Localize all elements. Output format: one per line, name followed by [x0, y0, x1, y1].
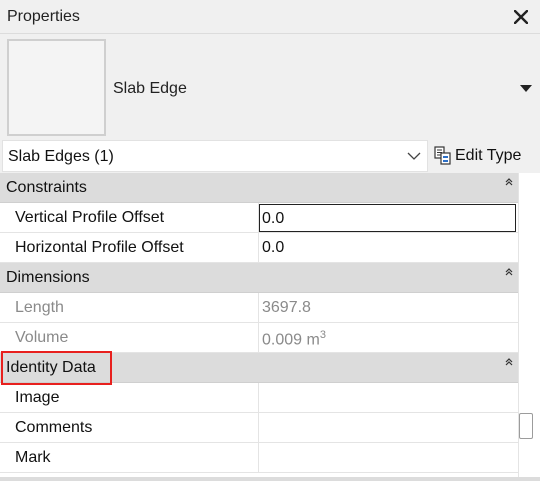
collapse-icon[interactable] — [504, 357, 514, 367]
close-button[interactable] — [510, 5, 532, 29]
property-value-field[interactable] — [259, 383, 518, 413]
property-name: Vertical Profile Offset — [0, 203, 259, 233]
property-value-text: 0.009 m3 — [262, 329, 326, 349]
property-name-label: Mark — [15, 449, 51, 466]
property-row: Volume 0.009 m3 — [0, 323, 518, 353]
property-value-readonly: 0.009 m3 — [259, 323, 518, 353]
property-name: Horizontal Profile Offset — [0, 233, 259, 263]
edit-type-button[interactable]: Edit Type — [432, 142, 536, 170]
properties-panel: Properties Slab Edge Slab Edges (1) Edit… — [0, 0, 540, 481]
caret-down-icon[interactable] — [520, 85, 532, 93]
property-name: Length — [0, 293, 259, 323]
volume-value: 0.009 m — [262, 331, 320, 349]
property-value-text: 0.0 — [262, 239, 285, 256]
property-value-text: 3697.8 — [262, 299, 311, 316]
collapse-icon[interactable] — [504, 267, 514, 277]
property-value-readonly: 3697.8 — [259, 293, 518, 323]
selection-filter-dropdown[interactable]: Slab Edges (1) — [2, 140, 428, 172]
property-name: Mark — [0, 443, 259, 473]
panel-title: Properties — [7, 8, 80, 25]
chevron-down-icon — [407, 152, 421, 160]
group-header-identity-data[interactable]: Identity Data — [0, 353, 518, 383]
property-row: Image — [0, 383, 518, 413]
unit-exponent: 3 — [319, 329, 326, 341]
property-value-field[interactable] — [259, 443, 518, 473]
group-header-constraints[interactable]: Constraints — [0, 173, 518, 203]
property-name-label: Horizontal Profile Offset — [15, 239, 184, 256]
close-icon — [514, 10, 528, 24]
property-name: Volume — [0, 323, 259, 353]
scrollbar-thumb[interactable] — [519, 413, 533, 439]
property-name-label: Length — [15, 299, 64, 316]
property-value-input[interactable]: 0.0 — [259, 204, 516, 232]
property-name-label: Vertical Profile Offset — [15, 209, 165, 226]
property-name: Image — [0, 383, 259, 413]
type-preview-image — [7, 39, 106, 136]
property-row: Comments — [0, 413, 518, 443]
group-header-partial — [0, 477, 540, 481]
selection-filter-label: Slab Edges (1) — [8, 148, 114, 165]
panel-titlebar: Properties — [0, 0, 540, 34]
edit-type-icon — [434, 146, 451, 165]
property-row: Length 3697.8 — [0, 293, 518, 323]
collapse-icon[interactable] — [504, 177, 514, 187]
property-row: Mark — [0, 443, 518, 473]
group-title: Constraints — [6, 179, 87, 196]
property-name-label: Volume — [15, 329, 69, 346]
group-title: Identity Data — [6, 359, 96, 376]
group-header-dimensions[interactable]: Dimensions — [0, 263, 518, 293]
property-grid: Constraints Vertical Profile Offset 0.0 … — [0, 173, 540, 481]
type-name: Slab Edge — [113, 80, 187, 97]
property-value-field[interactable]: 0.0 — [259, 233, 518, 263]
property-row: Vertical Profile Offset 0.0 — [0, 203, 518, 233]
group-title: Dimensions — [6, 269, 90, 286]
property-name-label: Comments — [15, 419, 93, 436]
filter-row: Slab Edges (1) Edit Type — [0, 140, 540, 173]
property-name: Comments — [0, 413, 259, 443]
type-selector[interactable]: Slab Edge — [0, 34, 540, 140]
edit-type-label: Edit Type — [455, 147, 522, 164]
property-value-text: 0.0 — [262, 210, 285, 227]
property-value-field[interactable] — [259, 413, 518, 443]
property-row: Horizontal Profile Offset 0.0 — [0, 233, 518, 263]
property-name-label: Image — [15, 389, 60, 406]
